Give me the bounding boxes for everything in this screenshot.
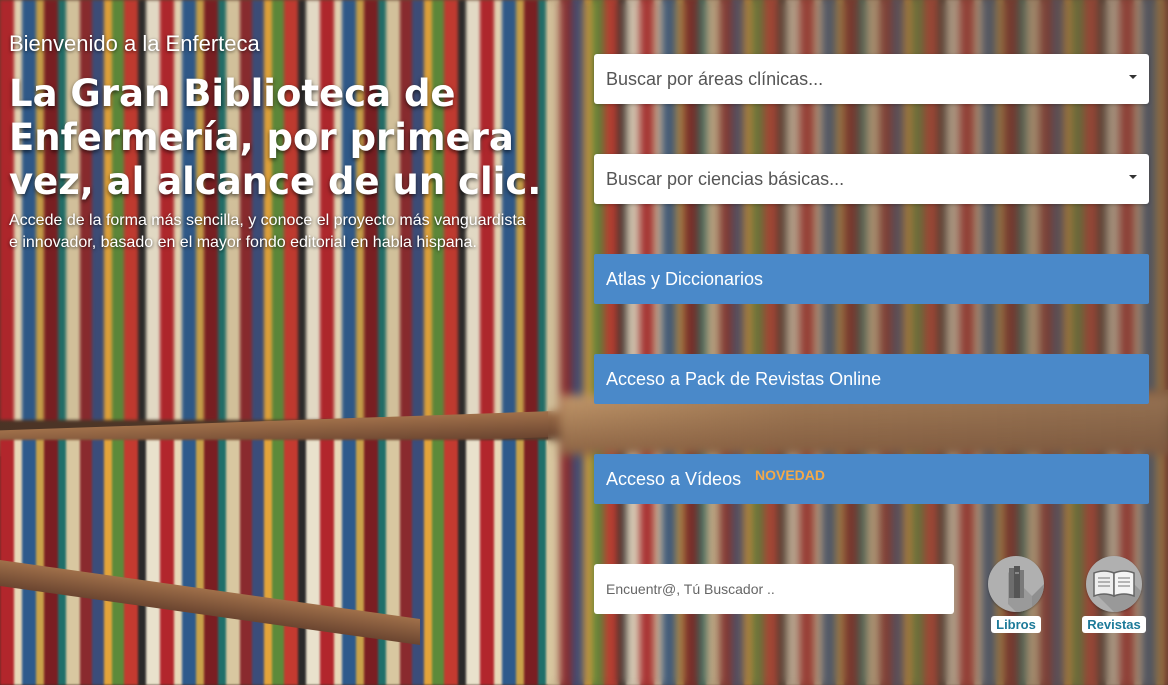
basic-sciences-select[interactable]: Buscar por ciencias básicas... [594, 154, 1149, 204]
open-magazine-icon[interactable] [1086, 556, 1142, 612]
atlas-dictionaries-button[interactable]: Atlas y Diccionarios [594, 254, 1149, 304]
caret-down-icon [1129, 75, 1137, 79]
basic-sciences-select-label: Buscar por ciencias básicas... [606, 169, 845, 189]
search-area: Libros Revistas [594, 556, 1168, 644]
journals-shortcut[interactable]: Revistas [1079, 556, 1149, 634]
hero-section: Bienvenido a la Enferteca La Gran Biblio… [9, 30, 549, 254]
new-badge: NOVEDAD [755, 467, 826, 483]
clinical-areas-select[interactable]: Buscar por áreas clínicas... [594, 54, 1149, 104]
atlas-dictionaries-label: Atlas y Diccionarios [606, 269, 764, 289]
search-input[interactable] [594, 564, 954, 614]
navigation-panel: Buscar por áreas clínicas... Buscar por … [594, 54, 1149, 554]
books-icon[interactable] [988, 556, 1044, 612]
videos-button[interactable]: Acceso a Vídeos NOVEDAD [594, 454, 1149, 504]
clinical-areas-select-label: Buscar por áreas clínicas... [606, 69, 824, 89]
hero-description: Accede de la forma más sencilla, y conoc… [9, 212, 526, 251]
books-shortcut[interactable]: Libros [981, 556, 1051, 634]
hero-headline: La Gran Biblioteca de Enfermería, por pr… [9, 72, 542, 203]
journals-pack-button[interactable]: Acceso a Pack de Revistas Online [594, 354, 1149, 404]
books-shortcut-label: Libros [991, 616, 1041, 633]
videos-label: Acceso a Vídeos [606, 469, 742, 489]
journals-pack-label: Acceso a Pack de Revistas Online [606, 369, 882, 389]
caret-down-icon [1129, 175, 1137, 179]
journals-shortcut-label: Revistas [1082, 616, 1146, 633]
welcome-text: Bienvenido a la Enferteca [9, 31, 260, 56]
